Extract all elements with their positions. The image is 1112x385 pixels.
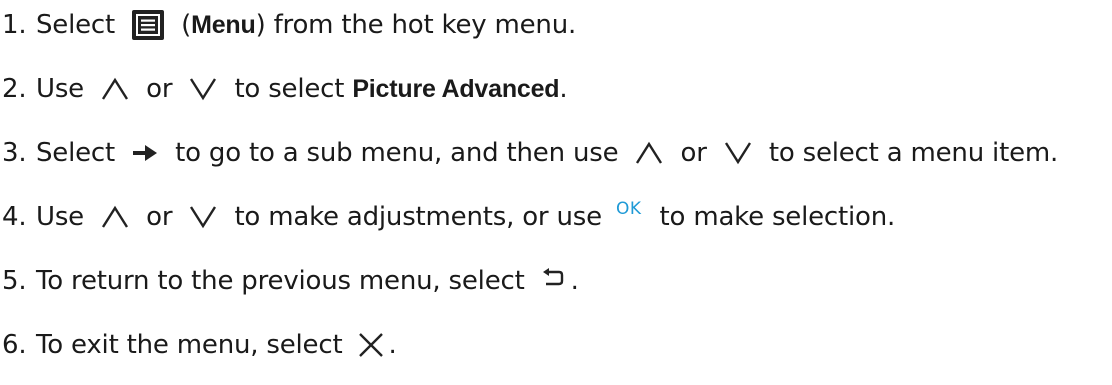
step-text: to make adjustments, or use [226, 202, 610, 232]
step-4: 4. Use or to make adjustments, or use OK… [0, 197, 895, 237]
step-text: to go to a sub menu, and then use [167, 138, 627, 168]
down-arrow-icon [188, 204, 218, 230]
step-text: ) from the hot key menu. [255, 10, 577, 40]
menu-label: Menu [191, 10, 256, 39]
step-number: 4. [2, 202, 27, 232]
step-number: 6. [2, 330, 27, 360]
step-text: Select [36, 138, 124, 168]
up-arrow-icon [100, 76, 130, 102]
right-arrow-icon [131, 142, 159, 164]
close-icon [357, 331, 385, 359]
ok-icon: OK [615, 199, 642, 219]
step-6: 6. To exit the menu, select . [0, 325, 397, 365]
step-text: or [672, 138, 715, 168]
step-3: 3. Select to go to a sub menu, and then … [0, 133, 1058, 173]
step-text: or [138, 74, 181, 104]
step-text: to make selection. [651, 202, 896, 232]
step-text: Use [36, 202, 93, 232]
step-1: 1. Select ( Menu ) from the hot key menu… [0, 5, 576, 45]
step-text: . [570, 266, 579, 296]
down-arrow-icon [723, 140, 753, 166]
step-text: ( [173, 10, 192, 40]
picture-advanced-label: Picture Advanced [352, 74, 560, 103]
step-2: 2. Use or to select Picture Advanced . [0, 69, 568, 109]
step-text: To return to the previous menu, select [36, 266, 533, 296]
step-text: or [138, 202, 181, 232]
step-text: Use [36, 74, 93, 104]
step-number: 3. [2, 138, 27, 168]
step-text: . [388, 330, 397, 360]
step-text: . [559, 74, 568, 104]
step-text: to select [226, 74, 353, 104]
down-arrow-icon [188, 76, 218, 102]
instruction-list: 1. Select ( Menu ) from the hot key menu… [0, 0, 1112, 385]
up-arrow-icon [100, 204, 130, 230]
step-number: 5. [2, 266, 27, 296]
up-arrow-icon [634, 140, 664, 166]
step-text: to select a menu item. [760, 138, 1059, 168]
step-number: 2. [2, 74, 27, 104]
menu-icon [131, 9, 165, 41]
step-number: 1. [2, 10, 27, 40]
back-icon [541, 267, 565, 287]
step-text: To exit the menu, select [36, 330, 351, 360]
step-5: 5. To return to the previous menu, selec… [0, 261, 579, 301]
step-text: Select [36, 10, 124, 40]
